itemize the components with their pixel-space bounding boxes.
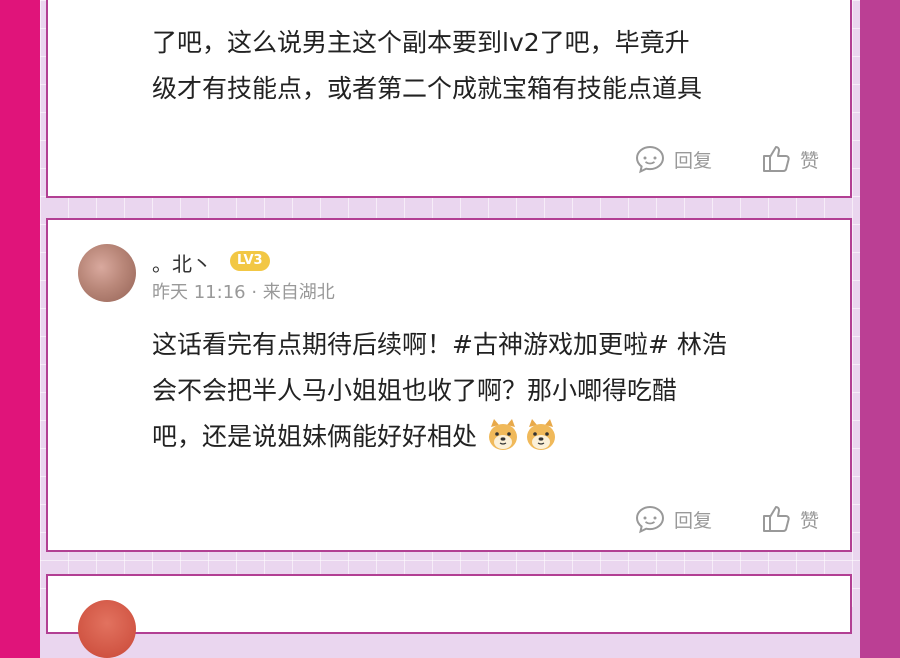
like-button[interactable]: 赞 [760, 504, 819, 534]
reply-button[interactable]: 回复 [634, 504, 712, 534]
doge-emoji [526, 419, 555, 450]
comment-card [46, 574, 852, 658]
reply-button[interactable]: 回复 [634, 144, 712, 174]
username[interactable]: 。北丶 [152, 248, 212, 277]
thumbs-up-icon [763, 146, 790, 172]
comment-line: 这话看完有点期待后续啊！#古神游戏加更啦# 林浩 [152, 330, 727, 359]
thumbs-up-icon [763, 506, 790, 532]
level-badge: LV3 [230, 251, 270, 271]
comment-line-last: 吧，还是说姐妹俩能好好相处 [152, 414, 727, 460]
comment-text: 这话看完有点期待后续啊！#古神游戏加更啦# 林浩 会不会把半人马小姐姐也收了啊？… [152, 322, 727, 460]
like-label: 赞 [800, 509, 820, 532]
comment-card: 了吧，这么说男主这个副本要到lv2了吧，毕竟升 级才有技能点，或者第二个成就宝箱… [46, 0, 852, 198]
doge-emoji [488, 419, 517, 450]
comment-line: 会不会把半人马小姐姐也收了啊？那小唧得吃醋 [152, 376, 678, 405]
comment-text: 了吧，这么说男主这个副本要到lv2了吧，毕竟升 级才有技能点，或者第二个成就宝箱… [152, 0, 702, 112]
like-button[interactable]: 赞 [760, 144, 819, 174]
comment-meta: 昨天 11:16 · 来自湖北 [152, 282, 335, 303]
comment-card: 。北丶 LV3 昨天 11:16 · 来自湖北 这话看完有点期待后续啊！#古神游… [46, 218, 852, 552]
comment-icon [635, 145, 665, 174]
reply-label: 回复 [674, 149, 713, 172]
reply-label: 回复 [674, 509, 713, 532]
avatar[interactable] [78, 244, 136, 302]
avatar[interactable] [78, 600, 136, 658]
comment-line: 级才有技能点，或者第二个成就宝箱有技能点道具 [152, 74, 703, 103]
comment-line-text: 吧，还是说姐妹俩能好好相处 [152, 422, 478, 451]
comment-line: 了吧，这么说男主这个副本要到lv2了吧，毕竟升 [152, 28, 690, 57]
comment-icon [635, 505, 665, 534]
like-label: 赞 [800, 149, 820, 172]
